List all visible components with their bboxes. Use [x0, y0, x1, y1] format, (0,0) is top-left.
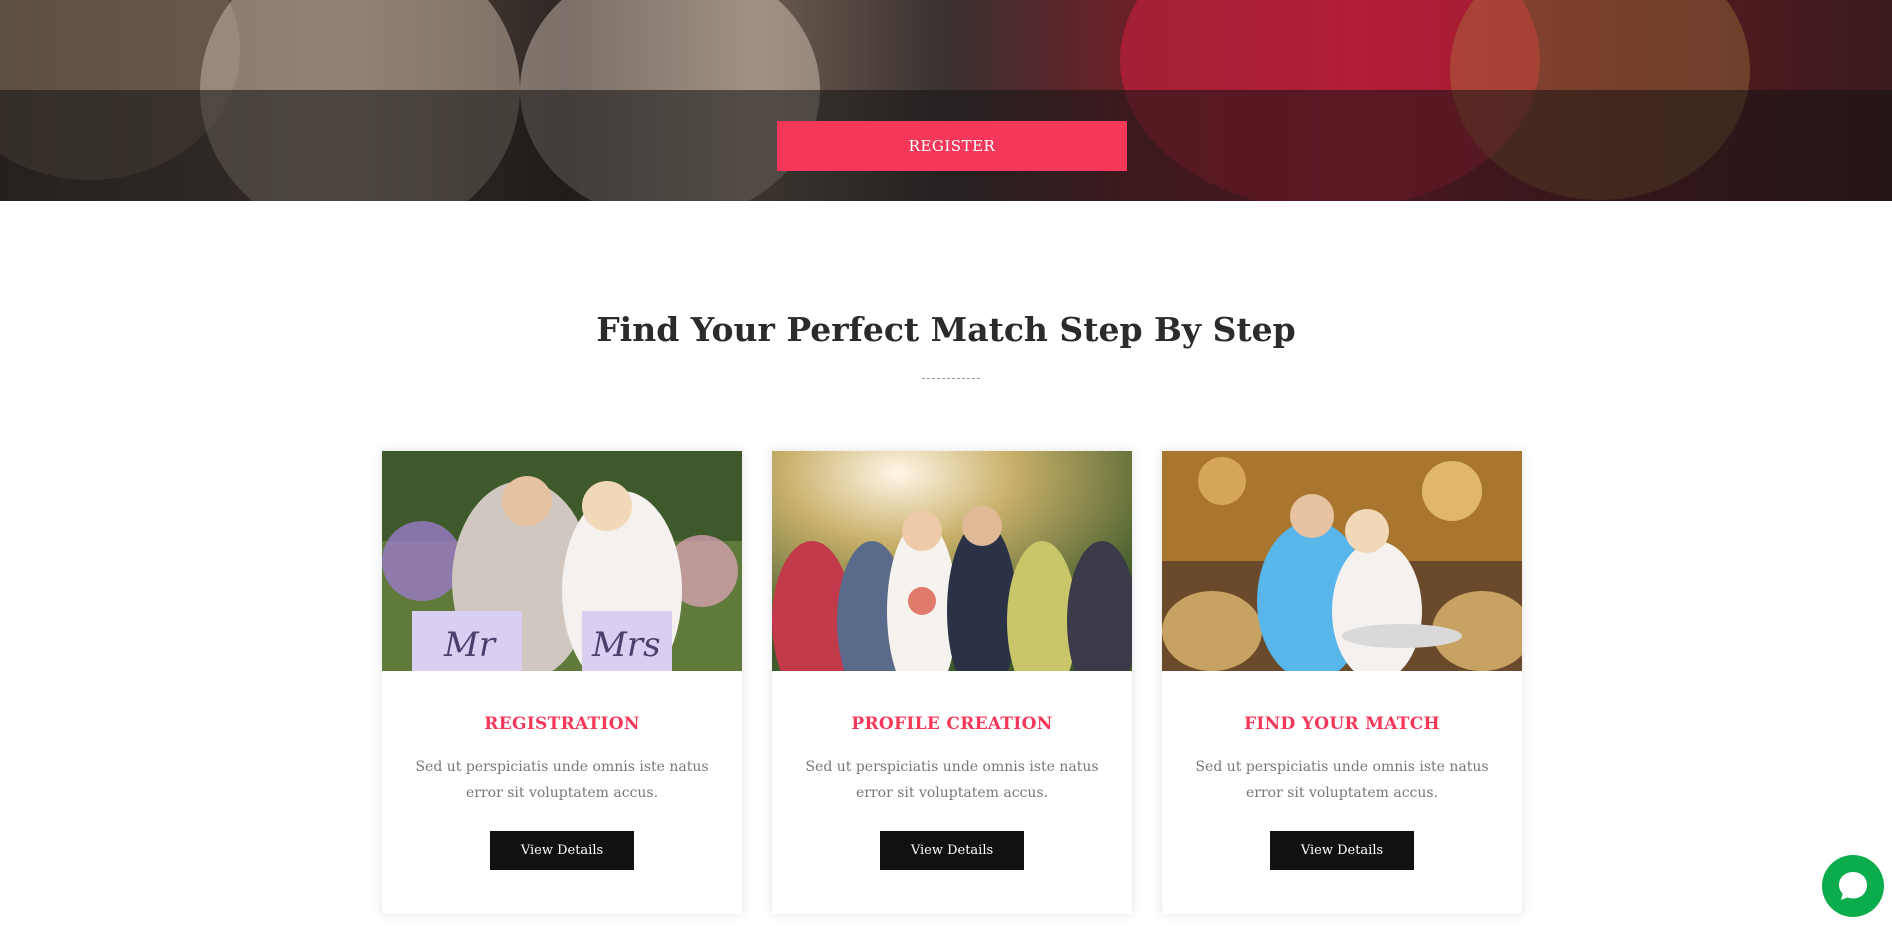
card-image-registration: Mr Mrs	[382, 451, 742, 671]
card-description: Sed ut perspiciatis unde omnis iste natu…	[415, 759, 709, 801]
view-details-button[interactable]: View Details	[490, 831, 634, 870]
step-card-find-your-match: FIND YOUR MATCH Sed ut perspiciatis unde…	[1162, 451, 1522, 914]
section-title: Find Your Perfect Match Step By Step	[596, 310, 1296, 349]
card-description: Sed ut perspiciatis unde omnis iste natu…	[805, 759, 1099, 801]
step-card-registration: Mr Mrs REGISTRATION Sed ut perspiciatis …	[382, 451, 742, 914]
chat-bubble-icon	[1839, 872, 1867, 900]
mr-sign-text: Mr	[443, 625, 497, 665]
hero-banner: REGISTER	[0, 0, 1892, 201]
card-title: PROFILE CREATION	[851, 714, 1053, 734]
view-details-button[interactable]: View Details	[1270, 831, 1414, 870]
card-description: Sed ut perspiciatis unde omnis iste natu…	[1195, 759, 1489, 801]
chat-widget-button[interactable]	[1822, 855, 1884, 917]
mrs-sign-text: Mrs	[591, 625, 661, 665]
card-image-find-your-match	[1162, 451, 1522, 671]
card-image-profile-creation	[772, 451, 1132, 671]
card-title: REGISTRATION	[484, 714, 640, 734]
register-button[interactable]: REGISTER	[777, 121, 1127, 171]
card-title: FIND YOUR MATCH	[1244, 714, 1440, 734]
step-card-profile-creation: PROFILE CREATION Sed ut perspiciatis und…	[772, 451, 1132, 914]
view-details-button[interactable]: View Details	[880, 831, 1024, 870]
title-divider	[922, 378, 980, 379]
